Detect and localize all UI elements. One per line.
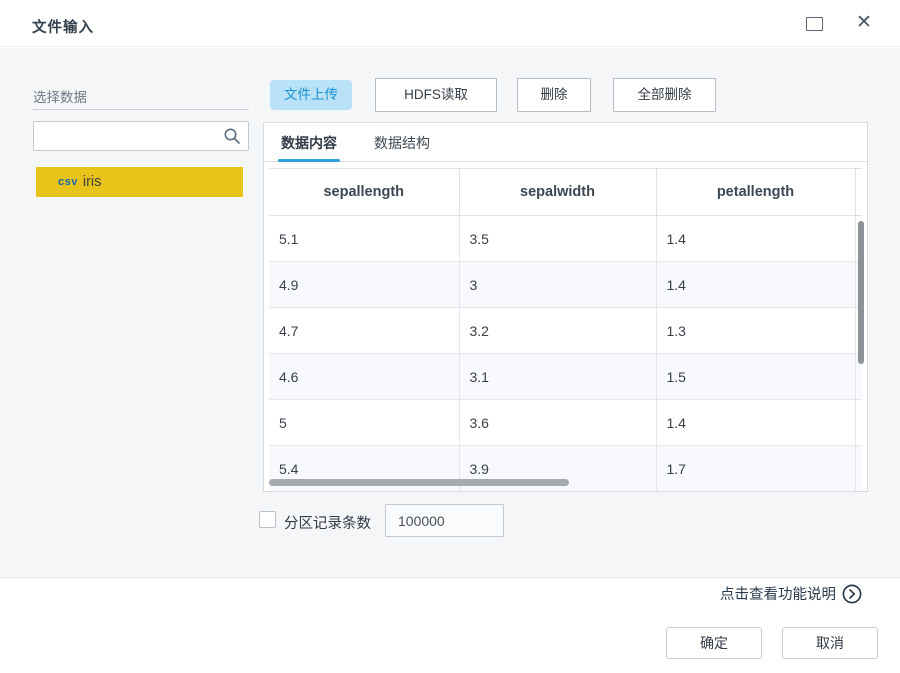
table-row[interactable]: 5.1 3.5 1.4 [269,215,862,262]
data-table: sepallength sepalwidth petallength 5.1 3… [269,168,862,491]
cell: 3.6 [459,399,657,446]
dialog-title: 文件输入 [32,20,94,36]
column-header-sliver [855,168,862,216]
column-header: petallength [656,168,856,216]
close-icon[interactable]: ✕ [853,12,875,34]
cell: 3.2 [459,307,657,354]
cell: 4.9 [269,261,460,308]
table-header-row: sepallength sepalwidth petallength [269,168,862,216]
partition-checkbox[interactable] [259,511,276,528]
partition-count-input[interactable] [385,504,504,537]
maximize-icon[interactable] [806,17,823,31]
table-row[interactable]: 4.9 3 1.4 [269,261,862,308]
dataset-name: iris [82,174,102,190]
delete-button[interactable]: 删除 [517,78,591,112]
ok-button[interactable]: 确定 [666,627,762,659]
search-input[interactable] [40,122,218,150]
file-upload-button[interactable]: 文件上传 [270,80,352,110]
cell: 5 [269,399,460,446]
title-bar [0,0,900,47]
dataset-search-box [33,121,249,151]
cell: 1.4 [656,215,856,262]
file-input-dialog: { "window": { "title": "文件输入" }, "sideba… [0,0,900,673]
cell: 3 [459,261,657,308]
cell: 3.1 [459,353,657,400]
tab-data-structure[interactable]: 数据结构 [374,123,430,161]
cell: 3.5 [459,215,657,262]
dataset-item-iris[interactable]: csv iris [36,167,243,197]
cell: 1.7 [656,445,856,491]
cell-sliver [855,445,862,491]
data-panel: 数据内容 数据结构 sepallength sepalwidth petalle… [263,122,868,492]
table-row[interactable]: 5 3.6 1.4 [269,399,862,446]
tabs-row: 数据内容 数据结构 [264,123,867,162]
select-data-label: 选择数据 [33,90,87,105]
tab-data-content[interactable]: 数据内容 [278,123,340,162]
delete-all-button[interactable]: 全部删除 [613,78,716,112]
csv-type-badge: csv [58,176,78,188]
hdfs-read-button[interactable]: HDFS读取 [375,78,497,112]
partition-label: 分区记录条数 [284,516,371,532]
cell: 1.3 [656,307,856,354]
cell: 5.1 [269,215,460,262]
column-header: sepallength [269,168,460,216]
cell: 1.4 [656,399,856,446]
help-link[interactable]: 点击查看功能说明 [720,583,862,604]
help-arrow-icon [842,584,862,604]
cell: 4.6 [269,353,460,400]
table-row[interactable]: 4.7 3.2 1.3 [269,307,862,354]
cancel-button[interactable]: 取消 [782,627,878,659]
cell-sliver [855,399,862,446]
column-header: sepalwidth [459,168,657,216]
search-icon[interactable] [223,127,241,145]
cell: 4.7 [269,307,460,354]
table-row[interactable]: 4.6 3.1 1.5 [269,353,862,400]
footer-divider [0,577,900,578]
vertical-scrollbar[interactable] [858,221,864,364]
help-text: 点击查看功能说明 [720,587,836,603]
horizontal-scrollbar[interactable] [269,479,569,486]
cell: 1.5 [656,353,856,400]
cell: 1.4 [656,261,856,308]
sidebar-divider [33,109,249,110]
